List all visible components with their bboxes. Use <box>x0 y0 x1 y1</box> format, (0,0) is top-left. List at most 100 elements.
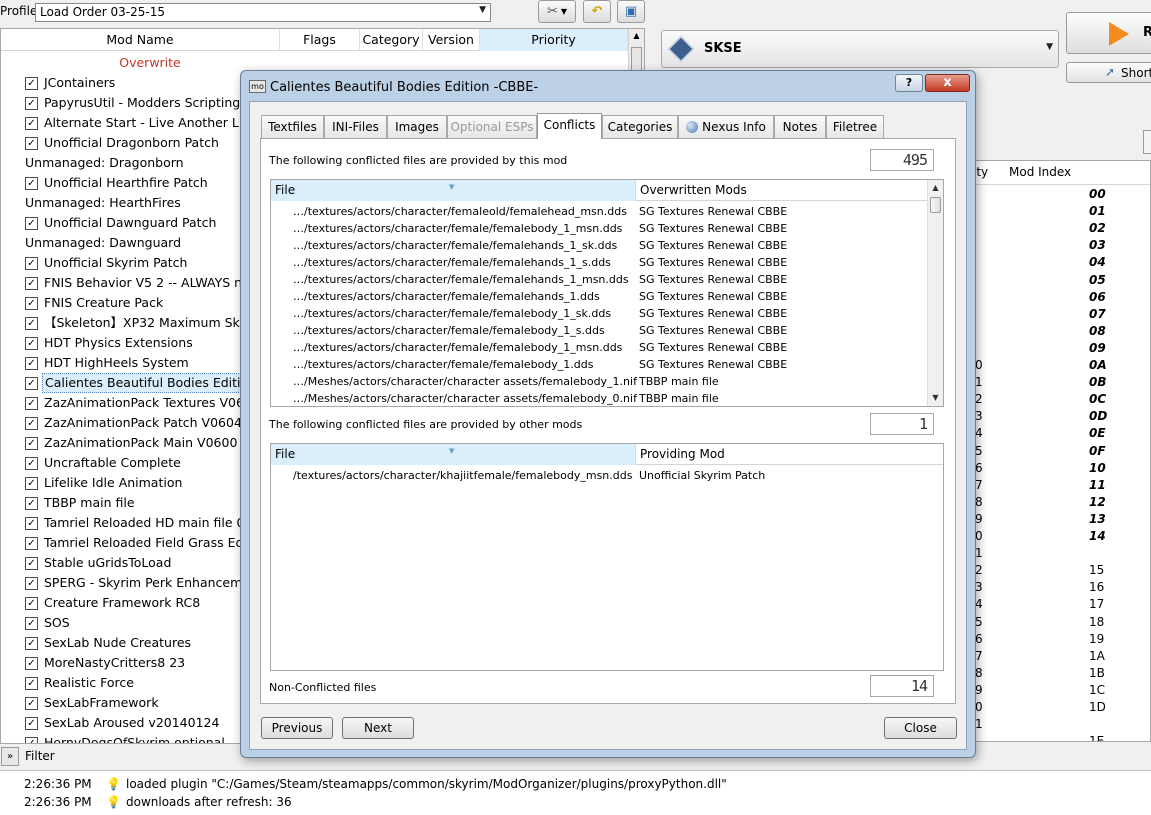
undo-button[interactable]: ↶ <box>583 0 611 23</box>
mod-enabled-checkbox[interactable]: ✓ <box>25 397 38 410</box>
plugin-mod-index: 0C <box>1089 392 1107 407</box>
mod-enabled-checkbox[interactable]: ✓ <box>25 737 38 743</box>
log-message: downloads after refresh: 36 <box>126 795 292 809</box>
mod-enabled-checkbox[interactable]: ✓ <box>25 97 38 110</box>
mod-enabled-checkbox[interactable]: ✓ <box>25 337 38 350</box>
next-button[interactable]: Next <box>342 717 414 739</box>
shortcut-label: Shorto <box>1121 66 1151 80</box>
table-row[interactable]: …/textures/actors/character/female/femal… <box>271 322 928 339</box>
tab-textfiles[interactable]: Textfiles <box>261 115 324 138</box>
tab-notes[interactable]: Notes <box>774 115 826 138</box>
mod-enabled-checkbox[interactable]: ✓ <box>25 557 38 570</box>
skse-icon <box>667 35 695 63</box>
column-file[interactable]: ▼ File <box>271 180 636 201</box>
shortcut-button[interactable]: ➚ Shorto <box>1066 62 1151 83</box>
close-button[interactable]: Close <box>884 717 957 739</box>
file-path: …/Meshes/actors/character/character asse… <box>293 375 637 388</box>
table-row[interactable]: …/textures/actors/character/female/femal… <box>271 339 928 356</box>
tab-nexus-info[interactable]: Nexus Info <box>678 115 774 138</box>
update-button[interactable]: ▣ <box>617 0 645 23</box>
column-overwritten-mods[interactable]: Overwritten Mods <box>636 180 928 201</box>
mod-enabled-checkbox[interactable]: ✓ <box>25 217 38 230</box>
mod-enabled-checkbox[interactable]: ✓ <box>25 517 38 530</box>
help-button[interactable]: ? <box>895 74 923 92</box>
mod-enabled-checkbox[interactable]: ✓ <box>25 697 38 710</box>
close-icon[interactable]: x <box>925 74 970 92</box>
table-row[interactable]: …/textures/actors/character/female/femal… <box>271 288 928 305</box>
table-row[interactable]: …/textures/actors/character/female/femal… <box>271 254 928 271</box>
mod-enabled-checkbox[interactable]: ✓ <box>25 437 38 450</box>
mod-enabled-checkbox[interactable]: ✓ <box>25 597 38 610</box>
mod-enabled-checkbox[interactable]: ✓ <box>25 497 38 510</box>
overwritten-files-table[interactable]: ▼ File Overwritten Mods …/textures/actor… <box>270 179 944 407</box>
mod-enabled-checkbox[interactable]: ✓ <box>25 717 38 730</box>
overwrite-label: Overwrite <box>119 55 181 70</box>
mod-enabled-checkbox[interactable]: ✓ <box>25 77 38 90</box>
mod-enabled-checkbox[interactable]: ✓ <box>25 637 38 650</box>
table-row[interactable]: …/textures/actors/character/female/femal… <box>271 305 928 322</box>
sort-button[interactable] <box>1143 130 1151 154</box>
plugin-priority: 0 <box>975 700 983 714</box>
providing-mod-name: Unofficial Skyrim Patch <box>639 469 766 482</box>
overwritten-mod-name: TBBP main file <box>639 392 719 405</box>
column-mod-name[interactable]: Mod Name <box>1 29 280 51</box>
plugin-mod-index: 01 <box>1089 204 1106 219</box>
column-category[interactable]: Category <box>360 29 423 51</box>
mod-enabled-checkbox[interactable]: ✓ <box>25 577 38 590</box>
filter-toggle-button[interactable]: » <box>1 747 19 766</box>
executable-select[interactable]: SKSE ▼ <box>661 30 1059 68</box>
table-row[interactable]: …/textures/actors/character/female/femal… <box>271 237 928 254</box>
table-row[interactable]: …/textures/actors/character/female/femal… <box>271 271 928 288</box>
mod-enabled-checkbox[interactable]: ✓ <box>25 657 38 670</box>
mod-enabled-checkbox[interactable]: ✓ <box>25 477 38 490</box>
scroll-up-icon[interactable]: ▲ <box>928 180 943 196</box>
mod-enabled-checkbox[interactable]: ✓ <box>25 537 38 550</box>
scroll-down-icon[interactable]: ▼ <box>928 390 943 406</box>
tools-button[interactable]: ✂ ▼ <box>538 0 576 23</box>
column-mod-index[interactable]: Mod Index <box>1009 165 1071 179</box>
scroll-thumb[interactable] <box>631 47 642 71</box>
table-row[interactable]: …/textures/actors/character/female/femal… <box>271 356 928 373</box>
mod-enabled-checkbox[interactable]: ✓ <box>25 137 38 150</box>
log-time: 2:26:36 PM <box>24 795 92 809</box>
scroll-thumb[interactable] <box>930 197 941 213</box>
mod-enabled-checkbox[interactable]: ✓ <box>25 297 38 310</box>
mod-enabled-checkbox[interactable]: ✓ <box>25 377 38 390</box>
overwritten-mod-name: SG Textures Renewal CBBE <box>639 341 788 354</box>
mod-enabled-checkbox[interactable]: ✓ <box>25 177 38 190</box>
column-flags[interactable]: Flags <box>280 29 360 51</box>
previous-button[interactable]: Previous <box>261 717 333 739</box>
mod-enabled-checkbox[interactable]: ✓ <box>25 357 38 370</box>
tab-images[interactable]: Images <box>387 115 447 138</box>
tab-categories[interactable]: Categories <box>602 115 678 138</box>
column-providing-mod[interactable]: Providing Mod <box>636 444 943 465</box>
table-row[interactable]: /textures/actors/character/khajiitfemale… <box>271 467 928 484</box>
mod-enabled-checkbox[interactable]: ✓ <box>25 277 38 290</box>
mod-enabled-checkbox[interactable]: ✓ <box>25 257 38 270</box>
mod-enabled-checkbox[interactable]: ✓ <box>25 457 38 470</box>
table-row[interactable]: …/textures/actors/character/femaleold/fe… <box>271 203 928 220</box>
mod-enabled-checkbox[interactable]: ✓ <box>25 417 38 430</box>
column-priority[interactable]: Priority <box>480 29 628 51</box>
plugin-priority: 9 <box>975 511 983 526</box>
mod-enabled-checkbox[interactable]: ✓ <box>25 117 38 130</box>
tab-conflicts[interactable]: Conflicts <box>537 113 602 139</box>
tab-ini-files[interactable]: INI-Files <box>324 115 387 138</box>
table-row[interactable]: …/Meshes/actors/character/character asse… <box>271 373 928 390</box>
tab-filetree[interactable]: Filetree <box>826 115 884 138</box>
mod-enabled-checkbox[interactable]: ✓ <box>25 617 38 630</box>
table-scrollbar[interactable]: ▲ ▼ <box>927 180 943 406</box>
column-version[interactable]: Version <box>423 29 480 51</box>
file-path: …/textures/actors/character/female/femal… <box>293 273 629 286</box>
table-row[interactable]: …/Meshes/actors/character/character asse… <box>271 390 928 406</box>
run-button[interactable]: R <box>1066 12 1151 54</box>
table-row[interactable]: …/textures/actors/character/female/femal… <box>271 220 928 237</box>
overwriting-files-table[interactable]: ▼ File Providing Mod /textures/actors/ch… <box>270 443 944 671</box>
column-file[interactable]: ▼ File <box>271 444 636 465</box>
mod-enabled-checkbox[interactable]: ✓ <box>25 677 38 690</box>
file-path: …/textures/actors/character/female/femal… <box>293 222 623 235</box>
mod-enabled-checkbox[interactable]: ✓ <box>25 317 38 330</box>
profile-select[interactable]: Load Order 03-25-15 ▼ <box>35 3 491 22</box>
profile-label: Profile <box>0 4 38 18</box>
plugin-list[interactable]: ity Mod Index 00 01 02 03 04 05 06 07 08 09 0 0A 1 0B… <box>972 160 1151 742</box>
